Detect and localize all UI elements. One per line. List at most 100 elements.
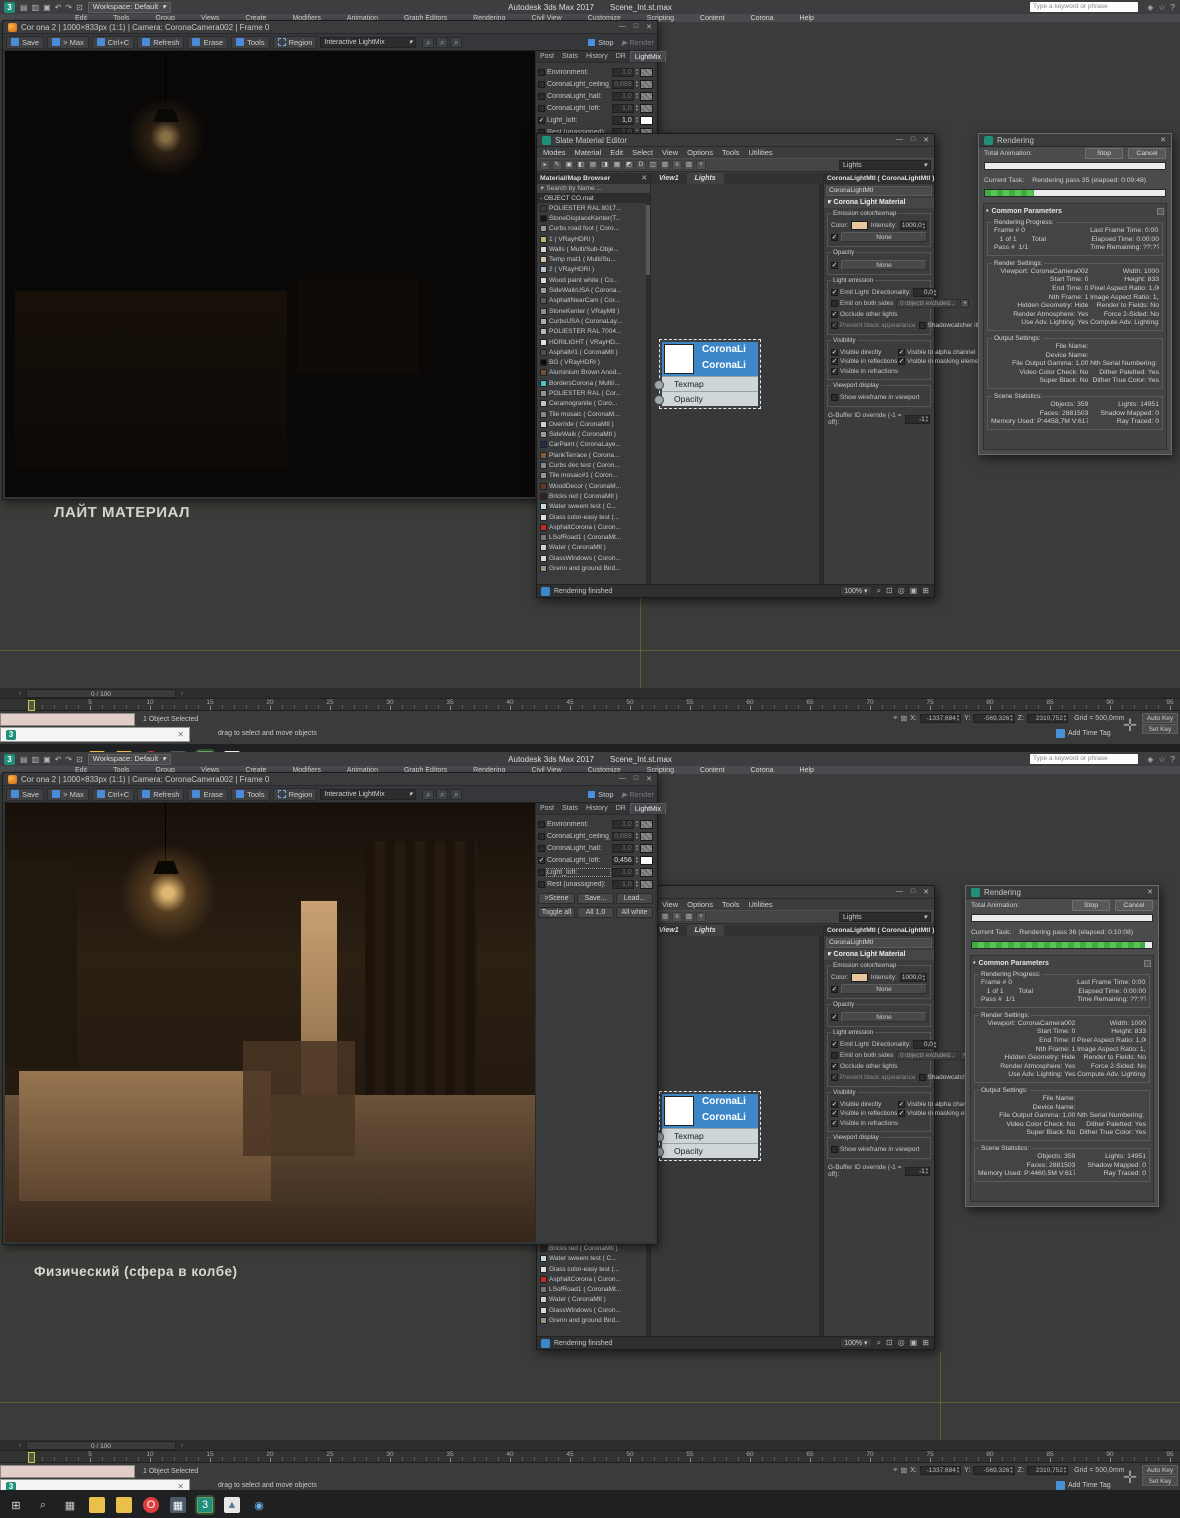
vfb-toolbar-button[interactable]: Erase	[187, 787, 229, 801]
vfb-toolbar-button[interactable]: Refresh	[137, 35, 185, 49]
toolbar-icon[interactable]: ?	[1170, 3, 1176, 12]
opacity-texmap-checkbox[interactable]	[831, 1013, 838, 1021]
emit-both-sides-checkbox[interactable]: Emit on both sides	[831, 300, 893, 307]
toolbar-icon[interactable]: ◎	[897, 1338, 906, 1348]
opacity-texmap-none-button[interactable]: None	[841, 1012, 927, 1022]
lightmix-button[interactable]: All white	[616, 907, 653, 918]
slate-toolbar-icon[interactable]: ◨	[600, 160, 610, 170]
material-item[interactable]: CurbsUSA ( CoronaLay...	[537, 316, 646, 326]
frame-range[interactable]: 0 / 100	[26, 688, 176, 698]
material-item[interactable]: GlassWindows ( Coron...	[537, 553, 646, 563]
stop-button[interactable]: Stop	[588, 790, 614, 799]
menu-item[interactable]: Tools	[722, 900, 740, 909]
next-frame-button[interactable]: ›	[176, 1442, 188, 1449]
material-item[interactable]: POLIESTER RAL 8017...	[537, 203, 646, 213]
intensity-spinner[interactable]: 1000,0 ▴ ▾	[899, 973, 927, 982]
lightmix-color-swatch[interactable]	[640, 91, 653, 101]
lightmix-mode-dropdown[interactable]: Interactive LightMix ▾	[320, 36, 417, 48]
slate-toolbar-icon[interactable]: D	[636, 160, 646, 170]
material-item[interactable]: 2 ( VRayHDRI )	[537, 265, 646, 275]
gbuffer-spinner[interactable]: -1 ▴ ▾	[904, 414, 930, 424]
menu-item[interactable]: Tools	[722, 148, 740, 157]
dialog-cancel-button[interactable]: Cancel	[1128, 148, 1166, 159]
vfb-toolbar-button[interactable]: Region	[272, 35, 318, 49]
toolbar-icon[interactable]: ▣	[909, 586, 919, 596]
param-checkbox-row[interactable]: Visible to alpha channel	[898, 348, 987, 356]
slate-toolbar-icon[interactable]: ✎	[552, 160, 562, 170]
mini-listener[interactable]	[0, 1464, 135, 1478]
coronalightmtl-node[interactable]: CoronaLi CoronaLi Texmap Opacity	[654, 1091, 761, 1161]
emit-light-checkbox[interactable]: Emit Light	[831, 1041, 869, 1048]
lightmix-checkbox[interactable]	[538, 116, 545, 124]
time-slider[interactable]	[28, 700, 35, 711]
render-button[interactable]: ▶ Render	[622, 790, 654, 799]
toolbar-icon[interactable]: ⊡	[75, 755, 84, 764]
emit-both-sides-checkbox[interactable]: Emit on both sides	[831, 1052, 893, 1059]
tab-dr[interactable]: DR	[612, 803, 630, 814]
vfb-toolbar-button[interactable]: > Max	[47, 787, 89, 801]
opera-icon[interactable]: O	[143, 751, 159, 752]
lightmix-checkbox[interactable]	[538, 820, 545, 828]
directionality-spinner[interactable]: 0,0 ▴ ▾	[912, 1040, 939, 1049]
lightmix-checkbox[interactable]	[538, 92, 545, 100]
toolbar-icon[interactable]: ↷	[64, 755, 73, 764]
opacity-texmap-none-button[interactable]: None	[841, 260, 927, 270]
rollout-corona-light-material[interactable]: ▾ Corona Light Material	[824, 198, 934, 208]
lightmix-checkbox[interactable]	[538, 844, 545, 852]
param-checkbox-row[interactable]: Visible in refractions	[831, 367, 898, 375]
material-item[interactable]: POLIESTER RAL ( Cor...	[537, 388, 646, 398]
material-item[interactable]: Water ( CoronaMtl )	[537, 1295, 646, 1305]
window-controls[interactable]: — □ ✕	[619, 23, 652, 31]
checkbox[interactable]	[831, 348, 838, 356]
toolbar-icon[interactable]: ?	[1170, 755, 1176, 764]
emission-texmap-none-button[interactable]: None	[841, 984, 927, 994]
folder-icon[interactable]	[89, 1497, 105, 1513]
lightmix-color-swatch[interactable]	[640, 103, 653, 113]
material-item[interactable]: HDRILIGHT ( VRayHD...	[537, 337, 646, 347]
material-item[interactable]: LSofRoad1 ( CoronaMt...	[537, 533, 646, 543]
material-item[interactable]: CarPaint ( CoronaLaye...	[537, 440, 646, 450]
material-item[interactable]: Override ( CoronaMtl )	[537, 419, 646, 429]
minimize-icon[interactable]: —	[896, 888, 903, 896]
material-item[interactable]: Water sweem test ( C...	[537, 502, 646, 512]
lightmix-color-swatch[interactable]	[640, 843, 653, 853]
material-item[interactable]: GlassWindows ( Coron...	[537, 1305, 646, 1315]
browser-icon[interactable]: ◉	[251, 751, 267, 752]
menu-item[interactable]: Options	[687, 900, 713, 909]
material-item[interactable]: Water ( CoronaMtl )	[537, 543, 646, 553]
toolbar-icon[interactable]: ▥	[31, 755, 41, 764]
workspace-dropdown[interactable]: Workspace: Default ▾	[87, 753, 171, 765]
tab-stats[interactable]: Stats	[558, 803, 582, 814]
exclude-objects-button[interactable]: 0 objects excluded...	[896, 299, 959, 308]
material-item[interactable]: Grenn and ground Bird...	[537, 563, 646, 573]
toolbar-icon[interactable]: ⌕	[450, 788, 463, 800]
vfb-toolbar-button[interactable]: Tools	[231, 787, 270, 801]
photos-icon[interactable]: ▲	[224, 751, 240, 752]
transform-coords[interactable]: ⌖ ⊠ X: -1337,684 ▴ ▾ Y: -569,326 ▴ ▾ Z: 2310…	[893, 1465, 1125, 1475]
stop-button[interactable]: Stop	[588, 38, 614, 47]
spinner-arrows[interactable]: ▴▾	[636, 855, 638, 864]
material-item[interactable]: Tile mosaic ( CoronaM...	[537, 409, 646, 419]
tab-dr[interactable]: DR	[612, 51, 630, 62]
lightmix-value[interactable]: 1,0	[611, 819, 634, 829]
tab-lights[interactable]: Lights	[686, 925, 724, 936]
tab-history[interactable]: History	[582, 51, 612, 62]
material-item[interactable]: BG ( VRayHDRI )	[537, 357, 646, 367]
close-icon[interactable]: ✕	[1147, 888, 1153, 896]
slate-toolbar-icon[interactable]: ◩	[624, 160, 634, 170]
window-controls[interactable]: — □ ✕	[619, 775, 652, 783]
lightmix-value[interactable]: 0,888	[611, 831, 634, 841]
search-input[interactable]: Type a keyword or phrase	[1030, 754, 1138, 764]
lightmix-value[interactable]: 1,0	[611, 115, 634, 125]
task-view-icon[interactable]: ▦	[62, 751, 78, 752]
timeline-ruler[interactable]: 5 10 15 20 25 30 35 40 45 50 55 60 65 70 75 80 85 90 95	[0, 698, 1180, 711]
maximize-icon[interactable]: □	[911, 136, 915, 144]
window-controls[interactable]: — □ ✕	[896, 888, 929, 896]
material-item[interactable]: LSofRoad1 ( CoronaMt...	[537, 1285, 646, 1295]
slate-toolbar-icon[interactable]: ▧	[660, 160, 670, 170]
x-coord-spinner[interactable]: -1337,684 ▴ ▾	[919, 1465, 962, 1475]
y-coord-spinner[interactable]: -569,326 ▴ ▾	[973, 1465, 1015, 1475]
material-item[interactable]: Water sweem test ( C...	[537, 1254, 646, 1264]
toolbar-icon[interactable]: ◈	[1146, 3, 1154, 12]
close-icon[interactable]: ✕	[923, 888, 929, 896]
